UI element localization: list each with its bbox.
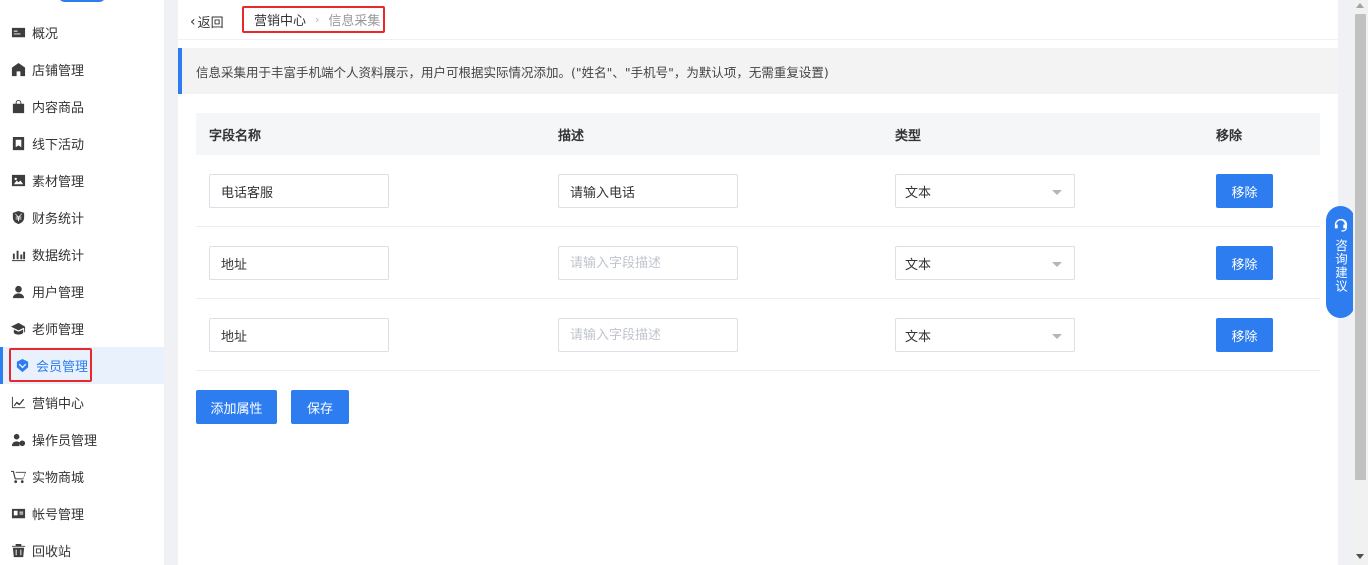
sidebar-item-store[interactable]: 店铺管理 [0,51,164,88]
field-name-input[interactable] [209,174,389,208]
sidebar-item-teachers[interactable]: 老师管理 [0,310,164,347]
sidebar-item-accounts[interactable]: 帐号管理 [0,495,164,532]
consult-feedback-button[interactable]: 咨询建议 [1326,206,1355,318]
sidebar-item-label: 操作员管理 [32,434,98,449]
header-type: 类型 [895,129,922,144]
header-description: 描述 [558,129,585,144]
flag-icon [10,136,26,152]
topbar: ‹ 返回 营销中心 › 信息采集 [178,0,1338,40]
breadcrumb-marketing-link[interactable]: 营销中心 [254,10,306,29]
breadcrumb: 营销中心 › 信息采集 [242,6,385,33]
field-type-select[interactable]: 文本 [895,246,1075,280]
main-panel: ‹ 返回 营销中心 › 信息采集 信息采集用于丰富手机端个人资料展示，用户可根据… [178,0,1338,565]
breadcrumb-current: 信息采集 [328,14,381,29]
sidebar-item-overview[interactable]: 概况 [0,14,164,51]
remove-button[interactable]: 移除 [1216,174,1273,208]
table-row: 文本 移除 [196,227,1320,299]
caret-down-icon [1052,262,1062,267]
sidebar-item-label: 内容商品 [32,101,85,116]
sidebar-item-label: 数据统计 [32,249,85,264]
sidebar-item-label: 概况 [32,27,59,42]
remove-button[interactable]: 移除 [1216,318,1273,352]
field-name-input[interactable] [209,318,389,352]
table-header: 字段名称 描述 类型 移除 [196,113,1320,155]
field-description-input[interactable] [558,174,738,208]
table-row: 文本 移除 [196,155,1320,227]
sidebar-item-label: 帐号管理 [32,508,85,523]
sidebar-item-assets[interactable]: 素材管理 [0,162,164,199]
field-type-value: 文本 [905,257,932,273]
sidebar-item-label: 线下活动 [32,138,85,153]
sidebar-item-label: 老师管理 [32,323,85,338]
info-notice: 信息采集用于丰富手机端个人资料展示，用户可根据实际情况添加。("姓名"、"手机号… [178,48,1338,94]
sidebar-item-offline[interactable]: 线下活动 [0,125,164,162]
sidebar-item-label: 店铺管理 [32,64,85,79]
sidebar-item-recycle[interactable]: 回收站 [0,532,164,565]
breadcrumb-separator: › [315,13,320,26]
member-badge-icon [14,358,30,374]
header-remove: 移除 [1216,129,1243,144]
sidebar-item-label: 营销中心 [32,397,85,412]
chevron-left-icon: ‹ [190,13,196,30]
sidebar-item-users[interactable]: 用户管理 [0,273,164,310]
save-button[interactable]: 保存 [291,390,349,424]
field-type-select[interactable]: 文本 [895,174,1075,208]
user-icon [10,284,26,300]
sidebar-item-label: 用户管理 [32,286,85,301]
sidebar-item-label: 实物商城 [32,471,85,486]
bar-chart-icon [10,247,26,263]
yuan-shield-icon [10,210,26,226]
sidebar-item-label: 素材管理 [32,175,85,190]
trend-chart-icon [10,395,26,411]
field-type-value: 文本 [905,185,932,201]
field-name-input[interactable] [209,246,389,280]
field-type-value: 文本 [905,329,932,345]
field-description-input[interactable] [558,318,738,352]
headset-icon [1334,218,1348,232]
graduation-cap-icon [10,321,26,337]
consult-label: 咨询建议 [1333,239,1348,293]
scroll-thumb[interactable] [1355,14,1366,480]
sidebar-item-data[interactable]: 数据统计 [0,236,164,273]
back-label: 返回 [197,16,224,31]
caret-down-icon [1052,334,1062,339]
sidebar-item-label: 财务统计 [32,212,85,227]
cart-icon [10,469,26,485]
field-description-input[interactable] [558,246,738,280]
sidebar-top-button[interactable] [58,0,106,2]
sidebar-item-marketing[interactable]: 营销中心 [0,384,164,421]
sidebar-item-label: 会员管理 [36,360,89,375]
sidebar-item-members[interactable]: 会员管理 [0,347,164,384]
store-icon [10,62,26,78]
field-type-select[interactable]: 文本 [895,318,1075,352]
id-card-icon [10,506,26,522]
image-icon [10,173,26,189]
sidebar: 概况 店铺管理 内容商品 线下活动 素材管理 财务统计 数据统计 用户管理 老师… [0,0,164,565]
remove-button[interactable]: 移除 [1216,246,1273,280]
scroll-down-arrow-icon[interactable] [1356,554,1364,559]
back-link[interactable]: ‹ 返回 [190,12,224,32]
sidebar-item-finance[interactable]: 财务统计 [0,199,164,236]
sidebar-item-shop[interactable]: 实物商城 [0,458,164,495]
scroll-up-arrow-icon[interactable] [1356,3,1364,8]
overview-icon [10,25,26,41]
sidebar-item-content[interactable]: 内容商品 [0,88,164,125]
sidebar-item-label: 回收站 [32,545,72,560]
bag-icon [10,99,26,115]
header-field-name: 字段名称 [209,129,262,144]
add-attribute-button[interactable]: 添加属性 [196,390,277,424]
table-row: 文本 移除 [196,299,1320,371]
caret-down-icon [1052,190,1062,195]
operator-icon [10,432,26,448]
sidebar-item-operators[interactable]: 操作员管理 [0,421,164,458]
page-scrollbar[interactable] [1353,0,1368,565]
trash-icon [10,543,26,559]
